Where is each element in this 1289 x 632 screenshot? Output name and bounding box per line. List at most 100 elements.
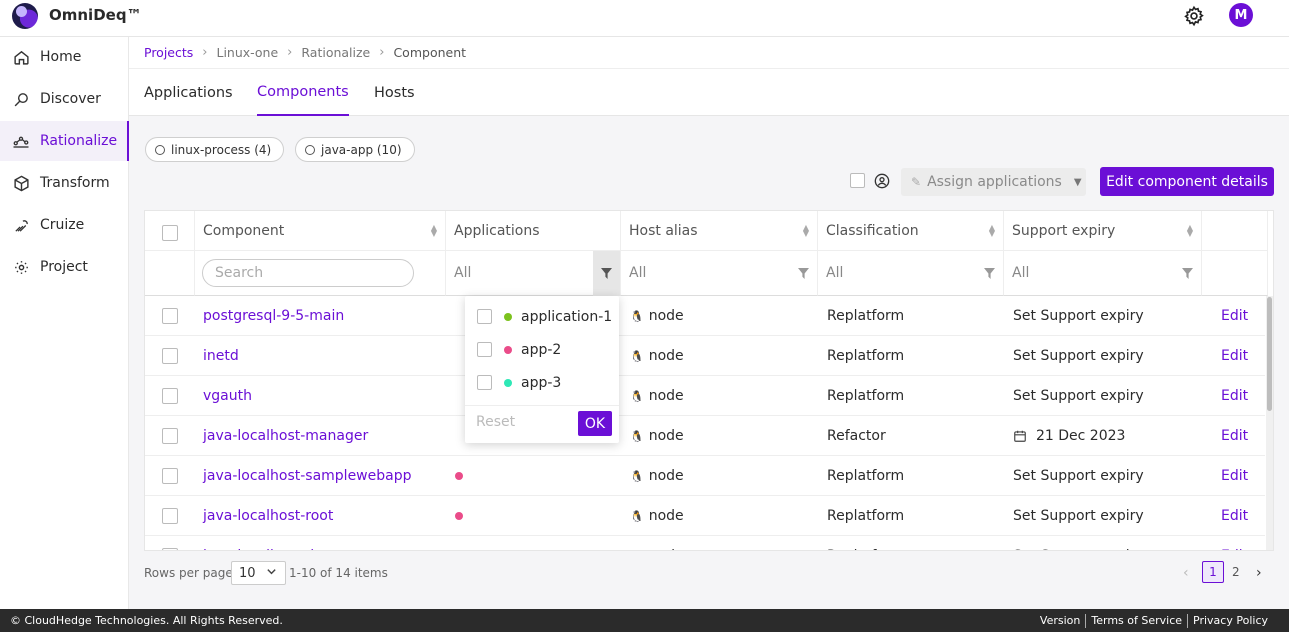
chip-label: java-app (10) xyxy=(321,142,402,157)
sidebar-item-project[interactable]: Project xyxy=(0,247,129,287)
header-classification[interactable]: Classification ▲ ▼ xyxy=(818,211,1004,251)
prev-page-button[interactable]: ‹ xyxy=(1183,565,1189,581)
support-expiry-cell[interactable]: Set Support expiry xyxy=(1013,376,1144,416)
sidebar-item-rationalize[interactable]: Rationalize xyxy=(0,121,129,161)
sidebar-item-label: Home xyxy=(40,49,82,65)
support-expiry-cell[interactable]: 21 Dec 2023 xyxy=(1013,416,1125,456)
cruize-icon xyxy=(12,216,30,234)
omnideq-logo-icon[interactable] xyxy=(12,3,38,29)
header-select-cell xyxy=(145,211,195,251)
support-expiry-cell[interactable]: Set Support expiry xyxy=(1013,456,1144,496)
reset-button[interactable]: Reset xyxy=(476,414,515,430)
breadcrumb-separator: › xyxy=(379,45,385,60)
toolbar-checkbox[interactable] xyxy=(850,173,865,188)
chip-java-app[interactable]: java-app (10) xyxy=(295,137,415,162)
edit-component-details-button[interactable]: Edit component details xyxy=(1100,167,1274,196)
page-1-button[interactable]: 1 xyxy=(1202,561,1224,583)
rationalize-icon xyxy=(12,132,30,150)
sidebar-item-transform[interactable]: Transform xyxy=(0,163,129,203)
sort-icon[interactable]: ▲ ▼ xyxy=(1187,224,1193,238)
support-expiry-cell[interactable]: Set Support expiry xyxy=(1013,536,1144,550)
sort-icon[interactable]: ▲ ▼ xyxy=(431,224,437,238)
funnel-icon[interactable] xyxy=(1182,268,1193,279)
filter-host-alias[interactable]: All xyxy=(621,251,818,296)
filter-option-app-3[interactable]: app-3 xyxy=(465,366,619,399)
classification-cell: Replatform xyxy=(827,348,905,364)
edit-link[interactable]: Edit xyxy=(1221,376,1248,416)
tab-components[interactable]: Components xyxy=(257,69,349,116)
component-name-link[interactable]: vgauth xyxy=(203,376,252,416)
header-component[interactable]: Component ▲ ▼ xyxy=(195,211,446,251)
page-2-button[interactable]: 2 xyxy=(1232,565,1240,579)
option-checkbox[interactable] xyxy=(477,342,492,357)
rows-per-page-label: Rows per page: xyxy=(144,566,237,580)
support-expiry-cell[interactable]: Set Support expiry xyxy=(1013,296,1144,336)
header-support-expiry[interactable]: Support expiry ▲ ▼ xyxy=(1004,211,1202,251)
support-expiry-cell[interactable]: Set Support expiry xyxy=(1013,336,1144,376)
ok-button[interactable]: OK xyxy=(578,411,612,436)
user-avatar[interactable]: M xyxy=(1229,3,1253,27)
row-checkbox[interactable] xyxy=(162,548,178,550)
filter-support-expiry[interactable]: All xyxy=(1004,251,1202,296)
chip-linux-process[interactable]: linux-process (4) xyxy=(145,137,285,162)
breadcrumb-section[interactable]: Rationalize xyxy=(301,45,370,60)
row-checkbox[interactable] xyxy=(162,308,178,324)
sidebar-item-discover[interactable]: Discover xyxy=(0,79,129,119)
edit-link[interactable]: Edit xyxy=(1221,496,1248,536)
filter-classification[interactable]: All xyxy=(818,251,1004,296)
component-name-link[interactable]: java-localhost-samplewebapp xyxy=(203,456,411,496)
sidebar-item-cruize[interactable]: Cruize xyxy=(0,205,129,245)
host-alias: node xyxy=(649,548,684,550)
table-scrollbar-thumb[interactable] xyxy=(1267,297,1272,411)
application-cell xyxy=(455,456,463,496)
row-checkbox[interactable] xyxy=(162,468,178,484)
funnel-icon[interactable] xyxy=(601,268,612,279)
funnel-icon[interactable] xyxy=(798,268,809,279)
option-checkbox[interactable] xyxy=(477,309,492,324)
row-checkbox[interactable] xyxy=(162,388,178,404)
select-all-checkbox[interactable] xyxy=(162,225,178,241)
component-name-link[interactable]: java-localhost-manager xyxy=(203,416,368,456)
row-checkbox[interactable] xyxy=(162,428,178,444)
sort-icon[interactable]: ▲ ▼ xyxy=(989,224,995,238)
breadcrumb-projects[interactable]: Projects xyxy=(144,45,193,60)
header-label: Applications xyxy=(454,222,540,239)
footer-link-terms[interactable]: Terms of Service xyxy=(1086,614,1187,627)
row-checkbox[interactable] xyxy=(162,348,178,364)
component-name-link[interactable]: postgresql-9-5-main xyxy=(203,296,344,336)
user-circle-icon[interactable] xyxy=(874,173,890,189)
filter-option-app-2[interactable]: app-2 xyxy=(465,333,619,366)
header-host-alias[interactable]: Host alias ▲ ▼ xyxy=(621,211,818,251)
edit-link[interactable]: Edit xyxy=(1221,296,1248,336)
sidebar: Home Discover Rationalize Transform Crui… xyxy=(0,37,129,609)
application-color-dot xyxy=(504,378,512,387)
chip-label: linux-process (4) xyxy=(171,142,272,157)
sidebar-item-home[interactable]: Home xyxy=(0,37,129,77)
rows-per-page-select[interactable]: 10 xyxy=(231,561,286,585)
row-checkbox[interactable] xyxy=(162,508,178,524)
footer-link-privacy[interactable]: Privacy Policy xyxy=(1188,614,1273,627)
edit-link[interactable]: Edit xyxy=(1221,456,1248,496)
component-name-link[interactable]: java-localhost-root xyxy=(203,496,333,536)
component-name-link[interactable]: java-localhost-docs xyxy=(203,536,338,550)
breadcrumb-project[interactable]: Linux-one xyxy=(216,45,278,60)
settings-gear-icon[interactable] xyxy=(1183,5,1205,27)
component-search-input[interactable] xyxy=(202,259,414,287)
host-alias-cell: 🐧 node xyxy=(630,376,684,416)
edit-link[interactable]: Edit xyxy=(1221,536,1248,550)
tab-applications[interactable]: Applications xyxy=(144,69,233,116)
tab-hosts[interactable]: Hosts xyxy=(374,69,415,116)
sort-icon[interactable]: ▲ ▼ xyxy=(803,224,809,238)
edit-link[interactable]: Edit xyxy=(1221,336,1248,376)
option-checkbox[interactable] xyxy=(477,375,492,390)
sidebar-item-label: Discover xyxy=(40,91,101,107)
component-name-link[interactable]: inetd xyxy=(203,336,239,376)
next-page-button[interactable]: › xyxy=(1256,565,1262,581)
filter-option-application-1[interactable]: application-1 xyxy=(465,300,619,333)
footer-link-version[interactable]: Version xyxy=(1035,614,1085,627)
application-color-dot xyxy=(455,472,463,480)
edit-link[interactable]: Edit xyxy=(1221,416,1248,456)
assign-applications-button[interactable]: ✎ Assign applications ▼ xyxy=(901,168,1086,196)
funnel-icon[interactable] xyxy=(984,268,995,279)
support-expiry-cell[interactable]: Set Support expiry xyxy=(1013,496,1144,536)
